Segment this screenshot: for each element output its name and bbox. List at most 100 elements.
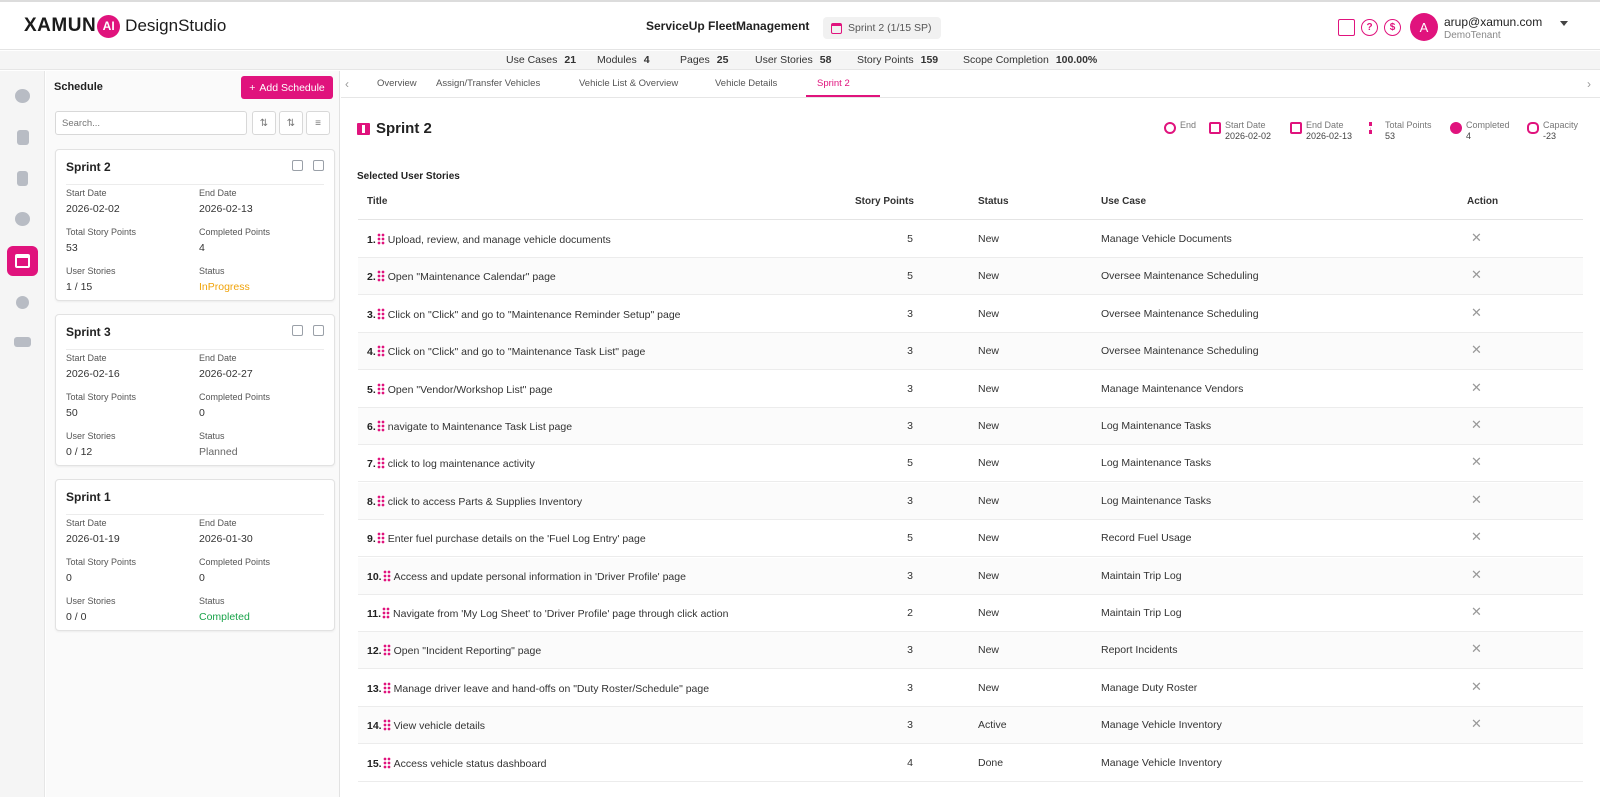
drag-handle-icon[interactable] xyxy=(376,494,385,507)
stat-user-stories: User Stories 58 xyxy=(755,54,832,66)
table-row[interactable]: 14. View vehicle details 3 Active Manage Veh… xyxy=(358,707,1583,745)
table-row[interactable]: 2. Open "Maintenance Calendar" page 5 New Ov… xyxy=(358,258,1583,296)
remove-icon[interactable]: ✕ xyxy=(1471,604,1482,620)
table-row[interactable]: 5. Open "Vendor/Workshop List" page 3 New Ma… xyxy=(358,371,1583,408)
table-row[interactable]: 10. Access and update personal informatio… xyxy=(358,557,1583,595)
gear-icon[interactable] xyxy=(7,287,38,317)
tab-vehicle-list-overview[interactable]: Vehicle List & Overview xyxy=(579,78,678,89)
tab-assign-transfer-vehicles[interactable]: Assign/Transfer Vehicles xyxy=(436,78,540,89)
story-title: View vehicle details xyxy=(393,720,486,733)
sort-ascending-icon[interactable]: ⇅ xyxy=(252,111,276,135)
drag-handle-icon[interactable] xyxy=(376,307,385,320)
drag-handle-icon[interactable] xyxy=(382,644,391,657)
tab-vehicle-details[interactable]: Vehicle Details xyxy=(715,78,777,89)
drag-handle-icon[interactable] xyxy=(376,457,385,470)
drag-handle-icon[interactable] xyxy=(382,569,391,582)
table-row[interactable]: 9. Enter fuel purchase details on the 'Fu… xyxy=(358,520,1583,558)
check-circle-icon xyxy=(1450,122,1462,134)
table-row[interactable]: 1. Upload, review, and manage vehicle doc… xyxy=(358,221,1583,258)
story-title-cell: 3. Click on "Click" and go to "Maintenanc… xyxy=(367,307,681,321)
drag-handle-icon[interactable] xyxy=(376,420,385,432)
chat-icon[interactable] xyxy=(7,81,38,111)
building-icon[interactable] xyxy=(7,122,38,152)
trash-icon[interactable] xyxy=(313,325,324,336)
column-action: Action xyxy=(1467,196,1499,207)
remove-icon[interactable]: ✕ xyxy=(1471,679,1482,695)
presentation-icon[interactable] xyxy=(1338,19,1355,36)
sprint-card[interactable]: Sprint 2 Start Date 2026-02-02 End Date … xyxy=(55,149,335,301)
remove-icon[interactable]: ✕ xyxy=(1471,716,1482,732)
metric-start-date: Start Date 2026-02-02 xyxy=(1209,120,1271,141)
dollar-icon[interactable]: $ xyxy=(1384,19,1401,36)
palette-icon[interactable] xyxy=(7,204,38,234)
tab-sprint-2[interactable]: Sprint 2 xyxy=(817,78,850,89)
sprint-selector[interactable]: Sprint 2 (1/15 SP) xyxy=(823,17,942,39)
table-row[interactable]: 15. Access vehicle status dashboard 4 Done M… xyxy=(358,745,1583,782)
remove-icon[interactable]: ✕ xyxy=(1471,529,1482,545)
drag-handle-icon[interactable] xyxy=(382,607,391,619)
schedule-search-input[interactable] xyxy=(55,111,247,135)
remove-icon[interactable]: ✕ xyxy=(1471,267,1482,283)
end-date-label: End Date xyxy=(199,188,237,198)
remove-icon[interactable]: ✕ xyxy=(1471,342,1482,358)
sprint-card[interactable]: Sprint 3 Start Date 2026-02-16 End Date … xyxy=(55,314,335,466)
drag-handle-icon[interactable] xyxy=(382,681,391,694)
remove-icon[interactable]: ✕ xyxy=(1471,492,1482,508)
remove-icon[interactable]: ✕ xyxy=(1471,230,1482,246)
chevron-left-icon[interactable]: ‹ xyxy=(345,77,349,91)
project-stats-bar: Use Cases 21 Modules 4 Pages 25 User Storie… xyxy=(0,51,1600,70)
table-row[interactable]: 13. Manage driver leave and hand-offs on … xyxy=(358,670,1583,707)
remove-icon[interactable]: ✕ xyxy=(1471,305,1482,321)
sprint-card-title: Sprint 1 xyxy=(66,490,111,504)
start-date-label: Start Date xyxy=(66,353,107,363)
avatar[interactable]: A xyxy=(1410,13,1438,41)
edit-icon[interactable] xyxy=(292,325,303,336)
story-title-cell: 1. Upload, review, and manage vehicle doc… xyxy=(367,233,611,246)
table-row[interactable]: 7. click to log maintenance activity 5 New L… xyxy=(358,445,1583,483)
help-icon[interactable]: ? xyxy=(1361,19,1378,36)
story-points-cell: 5 xyxy=(907,233,913,245)
table-row[interactable]: 11. Navigate from 'My Log Sheet' to 'Driv… xyxy=(358,595,1583,632)
remove-icon[interactable]: ✕ xyxy=(1471,641,1482,657)
drag-handle-icon[interactable] xyxy=(376,270,385,283)
metric-end[interactable]: End xyxy=(1164,120,1196,134)
chevron-right-icon[interactable]: › xyxy=(1587,77,1591,91)
story-title: Open "Maintenance Calendar" page xyxy=(387,271,556,284)
remove-icon[interactable]: ✕ xyxy=(1471,454,1482,470)
stat-use-cases: Use Cases 21 xyxy=(506,54,577,66)
metric-capacity: Capacity -23 xyxy=(1527,120,1578,141)
drag-handle-icon[interactable] xyxy=(382,756,391,769)
drag-handle-icon[interactable] xyxy=(376,233,385,245)
drag-handle-icon[interactable] xyxy=(376,382,385,395)
story-points-cell: 2 xyxy=(907,607,913,619)
remove-icon[interactable]: ✕ xyxy=(1471,380,1482,396)
tab-overview[interactable]: Overview xyxy=(377,78,417,89)
sort-descending-icon[interactable]: ⇅ xyxy=(279,111,303,135)
sprint-card-title: Sprint 3 xyxy=(66,325,111,339)
filter-icon[interactable]: ≡ xyxy=(306,111,330,135)
status-cell: New xyxy=(978,494,1000,507)
trash-icon[interactable] xyxy=(313,160,324,171)
add-schedule-button[interactable]: + Add Schedule xyxy=(241,76,333,99)
table-row[interactable]: 6. navigate to Maintenance Task List page… xyxy=(358,408,1583,445)
user-stories-label: User Stories xyxy=(66,596,116,606)
remove-icon[interactable]: ✕ xyxy=(1471,567,1482,583)
table-row[interactable]: 12. Open "Incident Reporting" page 3 New Rep… xyxy=(358,632,1583,670)
table-row[interactable]: 4. Click on "Click" and go to "Maintenanc… xyxy=(358,333,1583,371)
drag-handle-icon[interactable] xyxy=(376,345,385,358)
use-case-cell: Report Incidents xyxy=(1101,644,1178,657)
drag-handle-icon[interactable] xyxy=(376,532,385,545)
table-row[interactable]: 3. Click on "Click" and go to "Maintenanc… xyxy=(358,296,1583,333)
chevron-down-icon[interactable] xyxy=(1560,21,1568,26)
calendar-icon[interactable] xyxy=(7,246,38,276)
user-email[interactable]: arup@xamun.com xyxy=(1444,15,1542,29)
remove-icon[interactable]: ✕ xyxy=(1471,417,1482,433)
handshake-icon[interactable] xyxy=(7,327,38,357)
edit-icon[interactable] xyxy=(292,160,303,171)
user-stories-value: 1 / 15 xyxy=(66,281,93,293)
table-row[interactable]: 8. click to access Parts & Supplies Inven… xyxy=(358,482,1583,520)
sprint-card[interactable]: Sprint 1 Start Date 2026-01-19 End Date … xyxy=(55,479,335,631)
drag-handle-icon[interactable] xyxy=(382,719,391,732)
document-icon[interactable] xyxy=(7,163,38,193)
xamun-logo[interactable]: XAMUN AI DesignStudio xyxy=(24,14,226,38)
